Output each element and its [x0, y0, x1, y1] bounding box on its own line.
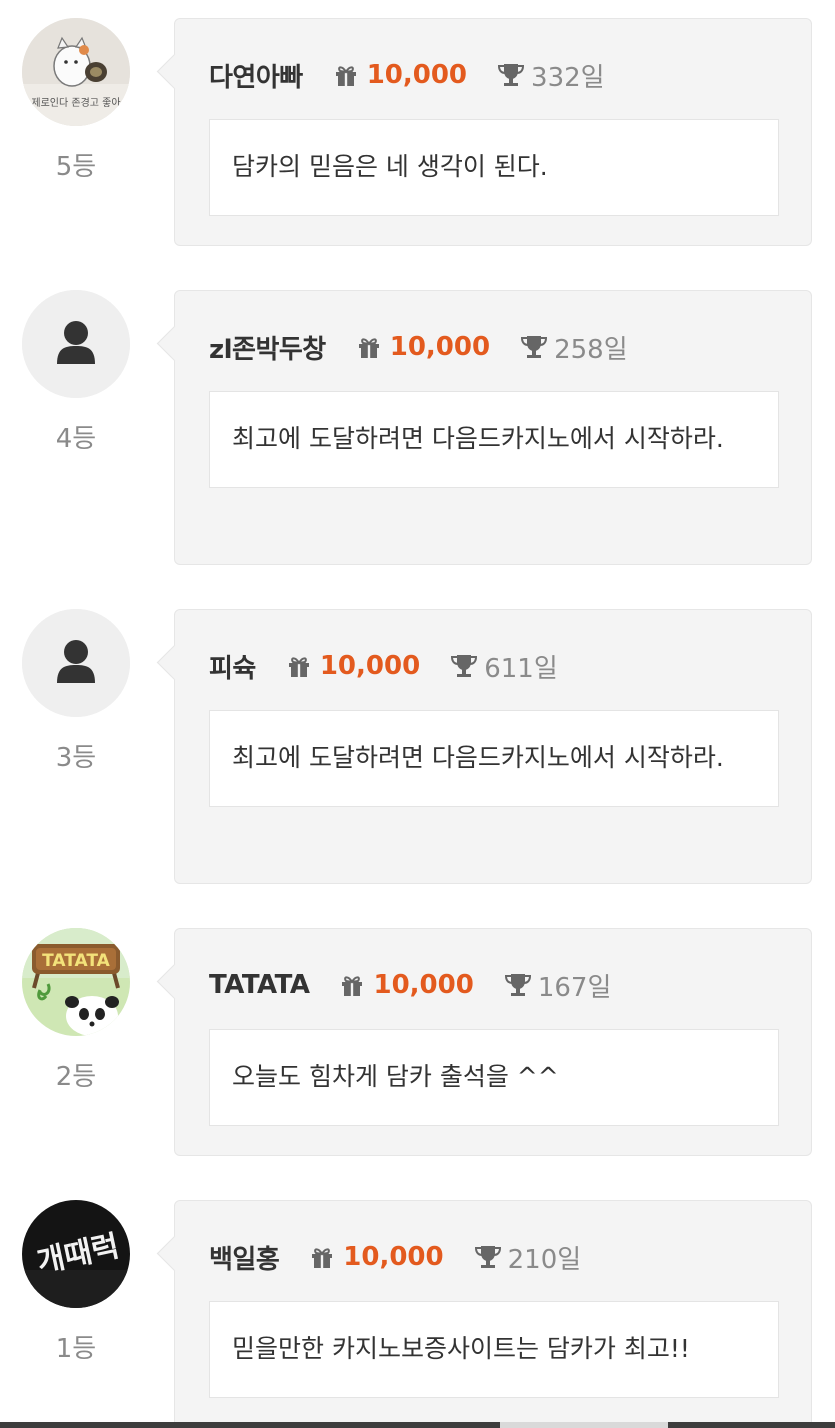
avatar-caption: 제로인다 존경고 좋아	[31, 96, 120, 109]
default-user-icon	[22, 290, 130, 398]
rank-label: 5등	[55, 152, 97, 182]
comment-card: 백일홍 10,000 210일 믿을만한 카지노보증사이트는 담카가 최고!!	[156, 1200, 812, 1428]
comment-text: 최고에 도달하려면 다음드카지노에서 시작하라.	[232, 743, 724, 772]
points-value: 10,000	[343, 1242, 444, 1272]
comment-text: 오늘도 힘차게 담카 출석을 ^^	[232, 1062, 559, 1091]
message-box: 믿을만한 카지노보증사이트는 담카가 최고!!	[209, 1301, 779, 1398]
scroll-indicator-segment	[668, 1422, 835, 1428]
avatar[interactable]: TATATA	[22, 928, 130, 1036]
bottom-scroll-indicator	[0, 1422, 835, 1428]
trophy-icon	[504, 972, 532, 998]
avatar-caption: TATATA	[42, 951, 111, 971]
card-pointer	[156, 1235, 193, 1272]
message-box: 최고에 도달하려면 다음드카지노에서 시작하라.	[209, 391, 779, 488]
comment-text: 믿을만한 카지노보증사이트는 담카가 최고!!	[232, 1334, 690, 1363]
avatar[interactable]	[22, 290, 130, 398]
nickname[interactable]: 백일홍	[209, 1239, 280, 1276]
comment-text: 최고에 도달하려면 다음드카지노에서 시작하라.	[232, 424, 724, 453]
trophy-icon	[450, 653, 478, 679]
nickname[interactable]: TATATA	[209, 970, 310, 1000]
points-value: 10,000	[389, 332, 491, 362]
card-pointer	[156, 53, 193, 90]
gift-icon	[333, 63, 359, 87]
entry-meta: zl존박두창 10,000 258일	[209, 329, 628, 365]
rank-label: 3등	[55, 743, 97, 773]
comment-card: zl존박두창 10,000 258일 최고에 도달하려면 다음드카지노에서 시작…	[156, 290, 812, 565]
attendance-feed: 제로인다 존경고 좋아 5등 다연아빠 10,000 332일 담카의 믿음은 …	[0, 0, 835, 1428]
attendance-days: 258일	[554, 334, 628, 365]
message-box: 오늘도 힘차게 담카 출석을 ^^	[209, 1029, 779, 1126]
points-value: 10,000	[319, 651, 421, 681]
card-pointer	[156, 963, 193, 1000]
attendance-days: 167일	[537, 972, 612, 1003]
attendance-days: 332일	[531, 62, 605, 93]
entry-meta: 다연아빠 10,000 332일	[209, 57, 605, 93]
comment-text: 담카의 믿음은 네 생각이 된다.	[232, 152, 548, 181]
message-box: 담카의 믿음은 네 생각이 된다.	[209, 119, 779, 216]
gift-icon	[286, 654, 312, 678]
rank-label: 1등	[55, 1334, 97, 1364]
entry-meta: 백일홍 10,000 210일	[209, 1239, 581, 1275]
gift-icon	[309, 1245, 335, 1269]
comment-card: 다연아빠 10,000 332일 담카의 믿음은 네 생각이 된다.	[156, 18, 812, 246]
attendance-days: 611일	[484, 653, 558, 684]
card-pointer	[156, 644, 193, 681]
gift-icon	[356, 335, 382, 359]
card-pointer	[156, 325, 193, 362]
nickname[interactable]: zl존박두창	[209, 329, 326, 366]
nickname[interactable]: 피슉	[209, 648, 256, 685]
nickname[interactable]: 다연아빠	[209, 57, 303, 94]
message-box: 최고에 도달하려면 다음드카지노에서 시작하라.	[209, 710, 779, 807]
trophy-icon	[520, 334, 548, 360]
entry-meta: 피슉 10,000 611일	[209, 648, 558, 684]
entry-meta: TATATA 10,000 167일	[209, 967, 611, 1003]
comment-card: TATATA 10,000 167일 오늘도 힘차게 담카 출석을 ^^	[156, 928, 812, 1156]
avatar[interactable]	[22, 609, 130, 717]
rank-label: 4등	[55, 424, 97, 454]
gift-icon	[339, 973, 365, 997]
points-value: 10,000	[373, 970, 474, 1000]
scroll-indicator-segment	[0, 1422, 500, 1428]
avatar[interactable]: 제로인다 존경고 좋아	[22, 18, 130, 126]
points-value: 10,000	[366, 60, 468, 90]
comment-card: 피슉 10,000 611일 최고에 도달하려면 다음드카지노에서 시작하라.	[156, 609, 812, 884]
avatar[interactable]: 개때럭	[22, 1200, 130, 1308]
default-user-icon	[22, 609, 130, 717]
attendance-days: 210일	[507, 1244, 582, 1275]
rank-label: 2등	[55, 1062, 97, 1092]
trophy-icon	[497, 62, 525, 88]
trophy-icon	[474, 1244, 502, 1270]
